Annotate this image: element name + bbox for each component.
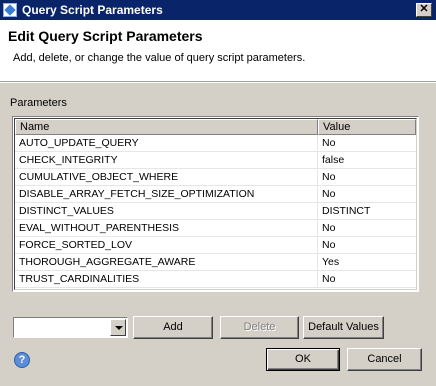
column-header-value[interactable]: Value	[318, 119, 416, 135]
parameter-name: FORCE_SORTED_LOV	[15, 237, 318, 253]
parameter-value[interactable]: No	[318, 186, 416, 202]
parameter-value[interactable]: No	[318, 271, 416, 287]
add-button[interactable]: Add	[133, 316, 213, 339]
ok-button[interactable]: OK	[266, 348, 340, 371]
table-row[interactable]: AUTO_UPDATE_QUERY No	[15, 135, 416, 152]
table-row[interactable]: THOROUGH_AGGREGATE_AWARE Yes	[15, 254, 416, 271]
parameters-table: Name Value AUTO_UPDATE_QUERY No CHECK_INTE…	[12, 116, 419, 292]
parameter-value[interactable]: No	[318, 237, 416, 253]
table-row[interactable]: FORCE_SORTED_LOV No	[15, 237, 416, 254]
parameter-name: AUTO_UPDATE_QUERY	[15, 135, 318, 151]
dialog-description: Add, delete, or change the value of quer…	[13, 52, 306, 64]
parameter-name: CUMULATIVE_OBJECT_WHERE	[15, 169, 318, 185]
table-body: AUTO_UPDATE_QUERY No CHECK_INTEGRITY false C…	[15, 135, 416, 289]
dialog-title: Edit Query Script Parameters	[8, 28, 203, 44]
parameter-value[interactable]: DISTINCT	[318, 203, 416, 219]
cancel-button[interactable]: Cancel	[347, 348, 422, 371]
parameter-value[interactable]: Yes	[318, 254, 416, 270]
parameter-value[interactable]: No	[318, 220, 416, 236]
column-header-name[interactable]: Name	[15, 119, 318, 135]
parameter-name: CHECK_INTEGRITY	[15, 152, 318, 168]
help-icon[interactable]: ?	[14, 352, 30, 368]
table-row[interactable]: CHECK_INTEGRITY false	[15, 152, 416, 169]
chevron-down-icon[interactable]	[110, 319, 126, 336]
table-row[interactable]: DISTINCT_VALUES DISTINCT	[15, 203, 416, 220]
table-row[interactable]: DISABLE_ARRAY_FETCH_SIZE_OPTIMIZATION No	[15, 186, 416, 203]
table-row-empty	[15, 288, 416, 289]
parameter-value[interactable]: No	[318, 169, 416, 185]
table-row[interactable]: CUMULATIVE_OBJECT_WHERE No	[15, 169, 416, 186]
delete-button[interactable]: Delete	[220, 316, 299, 339]
default-values-button[interactable]: Default Values	[303, 316, 384, 339]
dialog-header: Edit Query Script Parameters Add, delete…	[0, 20, 436, 82]
parameter-name: TRUST_CARDINALITIES	[15, 271, 318, 287]
title-bar: Query Script Parameters ✕	[0, 0, 436, 20]
window-title: Query Script Parameters	[22, 3, 163, 17]
table-row[interactable]: TRUST_CARDINALITIES No	[15, 271, 416, 288]
parameter-name: EVAL_WITHOUT_PARENTHESIS	[15, 220, 318, 236]
dialog-body: Parameters Name Value AUTO_UPDATE_QUERY N…	[0, 83, 436, 386]
parameter-name: DISTINCT_VALUES	[15, 203, 318, 219]
app-icon	[3, 3, 17, 17]
parameter-name: DISABLE_ARRAY_FETCH_SIZE_OPTIMIZATION	[15, 186, 318, 202]
parameter-combo[interactable]	[13, 317, 128, 338]
parameter-value[interactable]: false	[318, 152, 416, 168]
parameter-name: THOROUGH_AGGREGATE_AWARE	[15, 254, 318, 270]
table-row[interactable]: EVAL_WITHOUT_PARENTHESIS No	[15, 220, 416, 237]
close-button[interactable]: ✕	[416, 3, 432, 17]
parameter-value[interactable]: No	[318, 135, 416, 151]
table-header: Name Value	[15, 119, 416, 135]
parameters-label: Parameters	[10, 97, 67, 109]
